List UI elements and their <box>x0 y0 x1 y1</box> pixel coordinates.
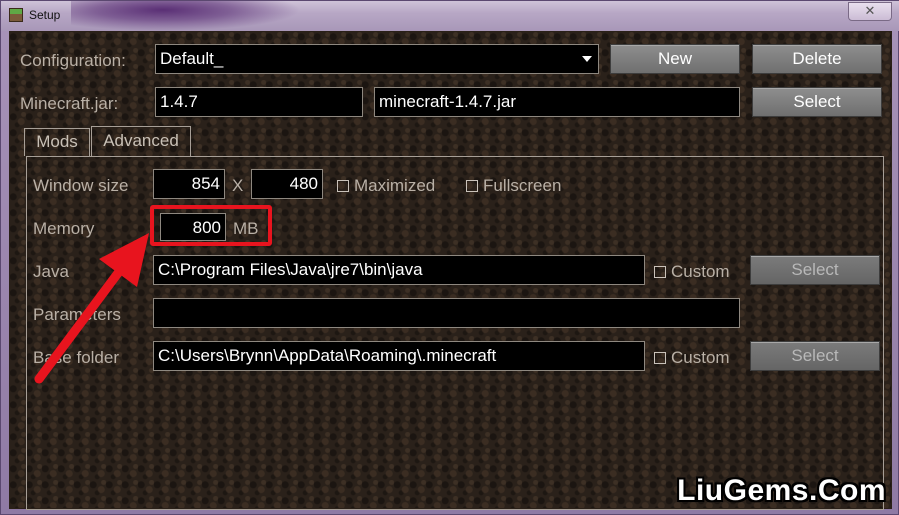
annotation-arrow-icon <box>34 233 149 384</box>
watermark-text: LiuGems.Com <box>677 474 886 507</box>
window-frame: Setup ✕ Configuration: Default_ New Dele… <box>0 0 899 515</box>
